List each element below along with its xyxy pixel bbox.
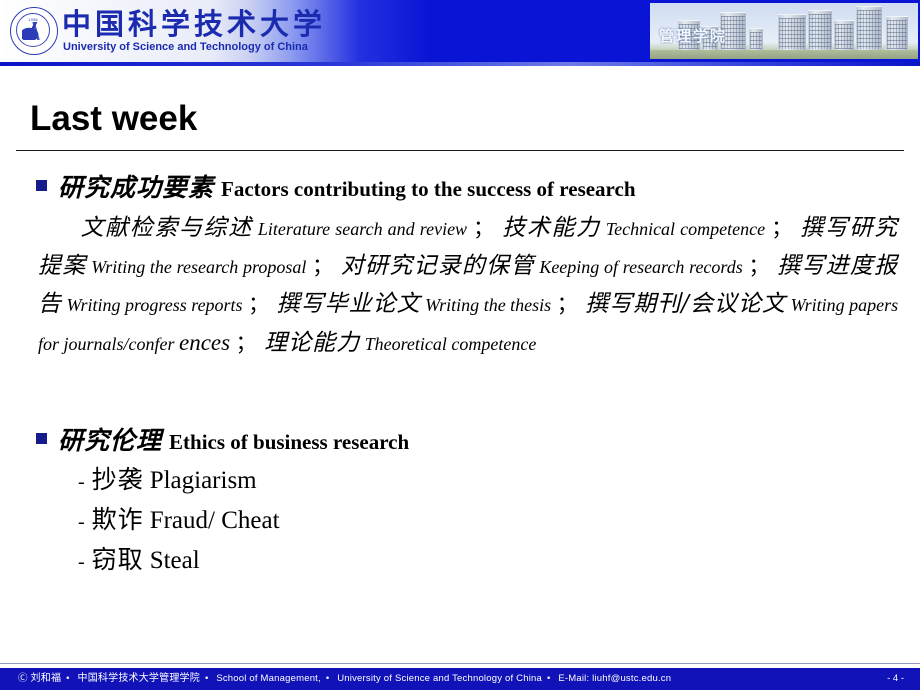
paragraph-english-gloss: Writing progress reports (66, 295, 243, 315)
list-dash-marker: - (78, 551, 85, 573)
paragraph-chinese-term: 理论能力 (264, 330, 361, 356)
bullet-heading-row: 研究伦理 Ethics of business research (0, 421, 920, 457)
list-item: - 欺诈 Fraud/ Cheat (78, 501, 920, 541)
list-dash-marker: - (78, 471, 85, 493)
footer-university-english: University of Science and Technology of … (337, 673, 542, 684)
paragraph-english-gloss: Keeping of research records (539, 257, 743, 277)
footer-sep-3: • (325, 673, 330, 684)
paragraph-chinese-term: 技术能力 (502, 215, 601, 241)
slide-body: 研究成功要素 Factors contributing to the succe… (0, 168, 920, 581)
university-name-english: University of Science and Technology of … (63, 41, 308, 53)
building-9 (886, 16, 908, 51)
bullet-heading-chinese: 研究成功要素 (58, 173, 215, 202)
building-6 (808, 10, 832, 51)
paragraph-english-gloss: Theoretical competence (364, 334, 537, 354)
footer-school-english: School of Management, (216, 673, 321, 684)
research-success-paragraph: 文献检索与综述 Literature search and review ； 技… (0, 210, 920, 363)
section-research-success: 研究成功要素 Factors contributing to the succe… (0, 168, 920, 363)
section-research-ethics: 研究伦理 Ethics of business research - 抄袭 Plag… (0, 421, 920, 581)
ustc-seal-logo: 1958 (10, 7, 58, 55)
footer-divider (0, 663, 920, 664)
list-dash-marker: - (78, 511, 85, 533)
square-bullet-icon (36, 433, 47, 444)
footer-sep-2: • (204, 673, 209, 684)
building-8 (856, 6, 882, 51)
paragraph-chinese-term: 撰写毕业论文 (276, 291, 421, 317)
paragraph-separator: ； (248, 292, 270, 316)
campus-ground (650, 50, 918, 59)
paragraph-chinese-term: 对研究记录的保管 (340, 253, 535, 279)
header-underline (0, 62, 920, 66)
page-number: - 4 - (887, 673, 904, 684)
bullet-heading-english: Ethics of business research (169, 430, 410, 454)
bullet-heading-english: Factors contributing to the success of r… (221, 177, 636, 201)
list-item-chinese: 抄袭 (91, 465, 144, 494)
bullet-heading-row: 研究成功要素 Factors contributing to the succe… (0, 168, 920, 204)
seal-glyph-icon (22, 22, 46, 40)
paragraph-separator: ； (312, 254, 334, 278)
paragraph-separator: ； (235, 331, 257, 355)
list-item: - 抄袭 Plagiarism (78, 461, 920, 501)
building-7 (834, 20, 854, 51)
paragraph-english-gloss: Writing the research proposal (91, 257, 307, 277)
footer-email[interactable]: liuhf@ustc.edu.cn (592, 673, 671, 684)
list-item-english: Fraud/ Cheat (149, 507, 280, 534)
square-bullet-icon (36, 180, 47, 191)
building-4 (749, 28, 763, 51)
footer-email-label: E-Mail: (558, 673, 590, 684)
header-banner: 1958 中国科学技术大学 University of Science and … (0, 0, 920, 62)
footer-sep-4: • (546, 673, 551, 684)
paragraph-separator: ； (473, 216, 495, 240)
paragraph-separator: ； (771, 216, 793, 240)
paragraph-english-gloss: Literature search and review (257, 219, 468, 239)
footer-sep-1: • (66, 673, 70, 684)
list-item-chinese: 欺诈 (91, 505, 144, 534)
copyright-icon: Ⓒ (18, 673, 28, 684)
list-item: - 窃取 Steal (78, 541, 920, 581)
paragraph-separator: ； (748, 254, 770, 278)
paragraph-chinese-term: 文献检索与综述 (80, 215, 253, 241)
paragraph-english-gloss: Technical competence (605, 219, 766, 239)
building-5 (778, 14, 806, 51)
page-title: Last week (30, 99, 198, 138)
paragraph-english-gloss: ences (179, 330, 231, 355)
list-item-english: Plagiarism (149, 467, 257, 494)
ethics-sub-list: - 抄袭 Plagiarism - 欺诈 Fraud/ Cheat - 窃取 Steal (0, 461, 920, 581)
footer-credits: Ⓒ 刘和福 • 中国科学技术大学管理学院 • School of Managemen… (18, 668, 671, 690)
paragraph-english-gloss: Writing the thesis (425, 295, 552, 315)
title-divider (16, 150, 904, 151)
paragraph-separator: ； (556, 292, 578, 316)
school-of-management-label: 管理学院 (659, 27, 728, 45)
footer-author: 刘和福 (30, 673, 62, 684)
paragraph-chinese-term: 撰写期刊/会议论文 (585, 291, 787, 317)
bullet-heading-chinese: 研究伦理 (58, 426, 163, 455)
list-item-english: Steal (149, 547, 200, 574)
campus-photo: 管理学院 (650, 3, 918, 59)
footer-school-chinese: 中国科学技术大学管理学院 (77, 673, 200, 684)
seal-year: 1958 (28, 17, 38, 22)
list-item-chinese: 窃取 (91, 545, 144, 574)
university-name-chinese: 中国科学技术大学 (62, 7, 327, 41)
footer-bar: Ⓒ 刘和福 • 中国科学技术大学管理学院 • School of Managemen… (0, 668, 920, 690)
